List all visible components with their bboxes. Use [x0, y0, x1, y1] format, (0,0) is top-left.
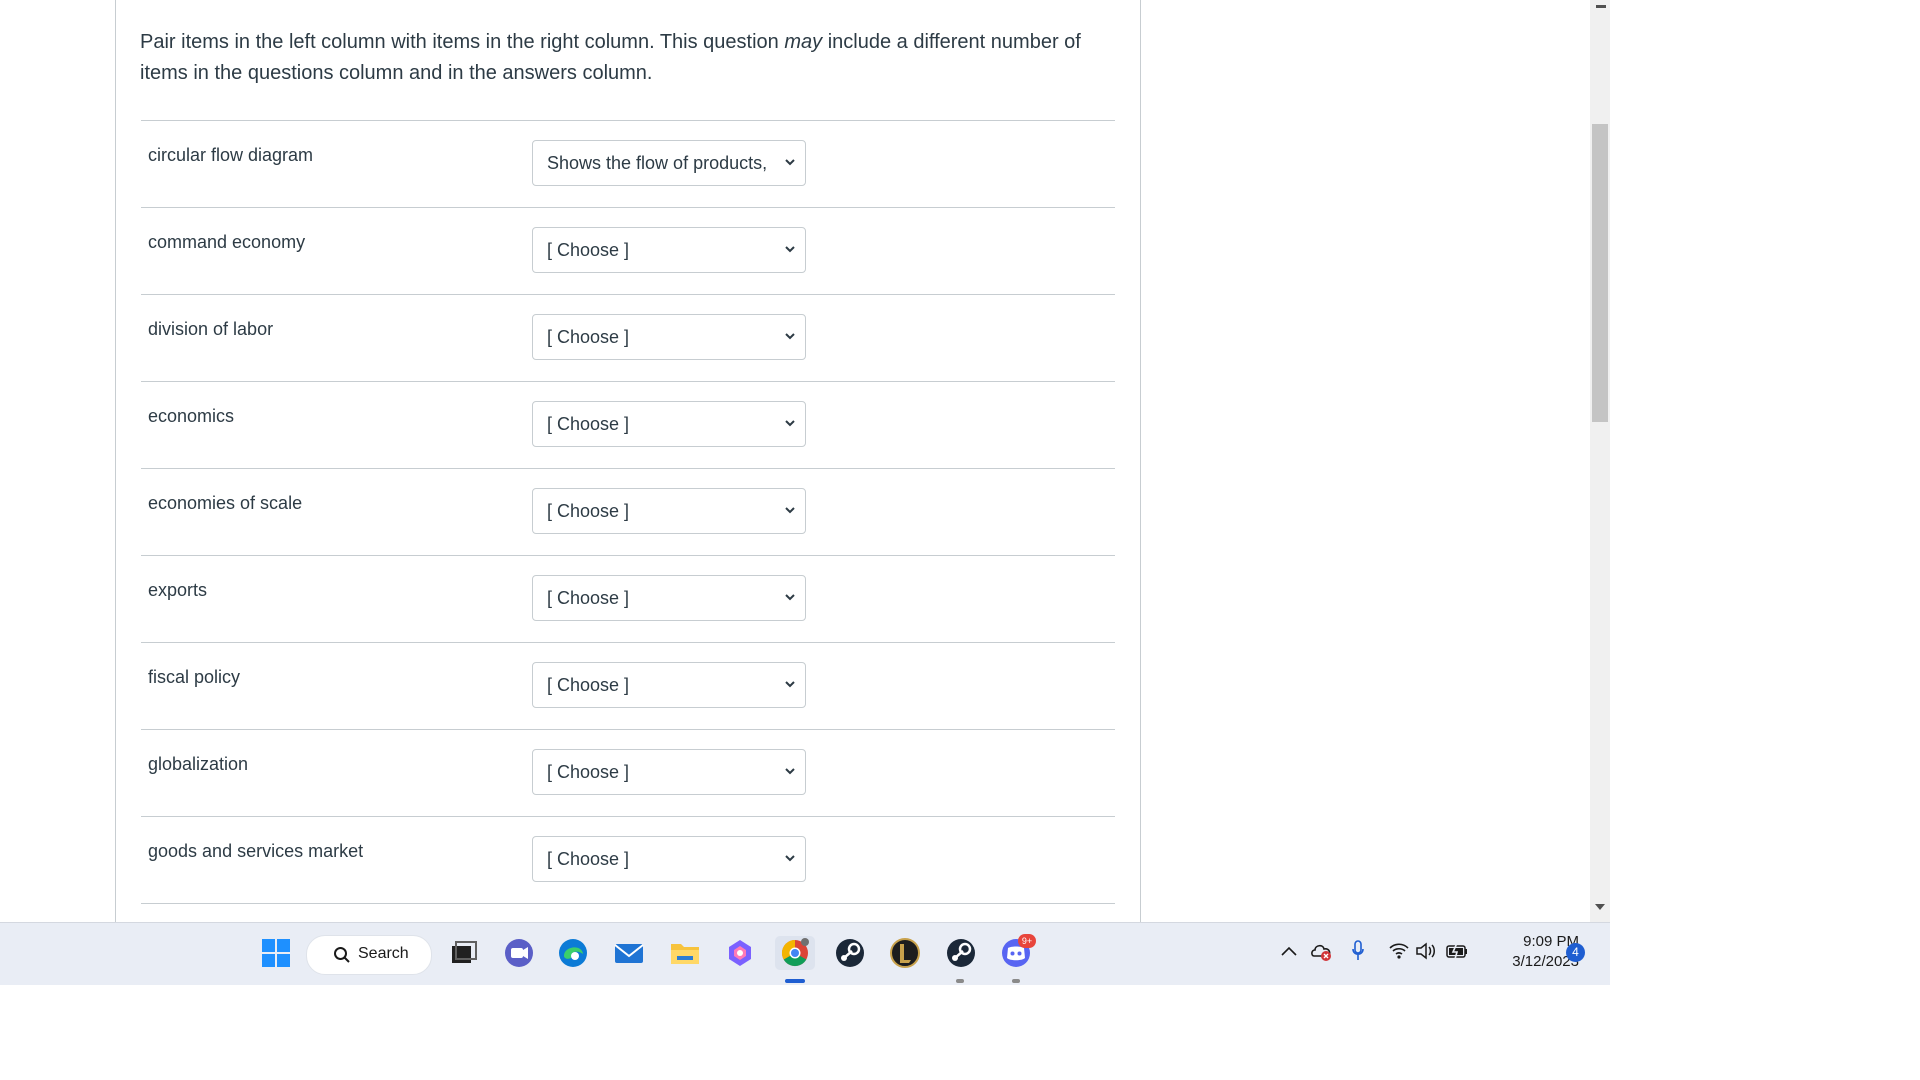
copilot-icon[interactable] [723, 936, 757, 970]
answer-dropdown[interactable]: [ Choose ] [532, 401, 806, 447]
search-label: Search [358, 945, 409, 962]
battery-charging-icon[interactable] [1445, 941, 1469, 961]
pair-row-partial [141, 903, 1115, 922]
dropdown-selected-value: [ Choose ] [547, 414, 630, 434]
pair-term: economics [148, 406, 235, 426]
system-tray: 9:09 PM 3/12/2023 [1280, 923, 1610, 985]
pair-term: command economy [148, 232, 306, 252]
dropdown-selected-value: [ Choose ] [547, 675, 630, 695]
answer-dropdown[interactable]: [ Choose ] [532, 227, 806, 273]
pair-row: exports [ Choose ] [141, 555, 1115, 642]
answer-dropdown[interactable]: [ Choose ] [532, 488, 806, 534]
quiz-panel: Pair items in the left column with items… [115, 0, 1141, 922]
chevron-down-icon [785, 420, 795, 427]
pair-term: circular flow diagram [148, 145, 314, 165]
dropdown-selected-value: [ Choose ] [547, 240, 630, 260]
dropdown-selected-value: [ Choose ] [547, 501, 630, 521]
search-icon [334, 947, 350, 963]
taskbar-search[interactable]: Search [306, 935, 432, 975]
mail-icon[interactable] [612, 936, 646, 970]
steam-icon[interactable] [944, 936, 978, 970]
pair-term: goods and services market [148, 841, 364, 861]
discord-running-indicator [1012, 979, 1020, 983]
teams-chat-icon[interactable] [502, 936, 536, 970]
chrome-active-indicator [785, 979, 805, 983]
vertical-scrollbar[interactable]: ▬ [1590, 0, 1610, 922]
pair-term: globalization [148, 754, 249, 774]
answer-dropdown[interactable]: [ Choose ] [532, 836, 806, 882]
pair-term: fiscal policy [148, 667, 241, 687]
chevron-down-icon [785, 855, 795, 862]
windows-taskbar: Search 9+ 9:09 PM 3/12/2023 [0, 922, 1610, 985]
answer-dropdown[interactable]: [ Choose ] [532, 749, 806, 795]
steam-icon[interactable] [833, 936, 867, 970]
onedrive-error-icon[interactable] [1310, 941, 1334, 963]
answer-dropdown[interactable]: [ Choose ] [532, 314, 806, 360]
edge-browser-icon[interactable] [556, 936, 590, 970]
answer-dropdown[interactable]: [ Choose ] [532, 575, 806, 621]
pair-row: fiscal policy [ Choose ] [141, 642, 1115, 729]
pair-term: division of labor [148, 319, 274, 339]
task-view-icon[interactable] [447, 936, 481, 970]
microphone-icon[interactable] [1351, 939, 1365, 963]
dropdown-selected-value: [ Choose ] [547, 849, 630, 869]
question-prompt: Pair items in the left column with items… [140, 31, 1081, 84]
pair-row: command economy [ Choose ] [141, 207, 1115, 294]
steam-running-indicator [956, 979, 964, 983]
dropdown-selected-value: [ Choose ] [547, 762, 630, 782]
windows-start-icon[interactable] [259, 936, 293, 970]
clock-date[interactable]: 3/12/2023 [1488, 953, 1579, 970]
file-explorer-icon[interactable] [668, 936, 702, 970]
scroll-down-arrow[interactable] [1595, 904, 1605, 910]
chevron-down-icon [785, 159, 795, 166]
wifi-icon[interactable] [1388, 942, 1410, 960]
discord-badge: 9+ [1018, 934, 1036, 948]
emphasis-may: may [784, 31, 823, 53]
pair-row: economics [ Choose ] [141, 381, 1115, 468]
answer-dropdown[interactable]: [ Choose ] [532, 662, 806, 708]
pair-row: goods and services market [ Choose ] [141, 816, 1115, 903]
chevron-down-icon [785, 681, 795, 688]
pair-term: economies of scale [148, 493, 303, 513]
chrome-icon[interactable] [775, 936, 815, 970]
chevron-down-icon [785, 768, 795, 775]
pair-row: economies of scale [ Choose ] [141, 468, 1115, 555]
dropdown-selected-value: [ Choose ] [547, 327, 630, 347]
pair-row: circular flow diagram Shows the flow of p… [141, 120, 1115, 207]
chevron-down-icon [785, 594, 795, 601]
scrollbar-thumb[interactable] [1592, 124, 1608, 422]
pair-term: exports [148, 580, 208, 600]
answer-dropdown[interactable]: Shows the flow of products, r [532, 140, 806, 186]
pair-row: division of labor [ Choose ] [141, 294, 1115, 381]
chevron-down-icon [785, 507, 795, 514]
speaker-volume-icon[interactable] [1415, 941, 1439, 961]
chevron-down-icon [785, 333, 795, 340]
notification-count-badge[interactable]: 4 [1566, 943, 1585, 962]
matching-pairs: circular flow diagram Shows the flow of p… [141, 120, 1115, 922]
pair-row: globalization [ Choose ] [141, 729, 1115, 816]
league-of-legends-icon[interactable] [888, 936, 922, 970]
chevron-down-icon [785, 246, 795, 253]
scroll-up-arrow[interactable]: ▬ [1596, 0, 1606, 11]
dropdown-selected-value: Shows the flow of products, r [547, 153, 767, 173]
chevron-up-icon[interactable] [1280, 945, 1298, 957]
dropdown-selected-value: [ Choose ] [547, 588, 630, 608]
